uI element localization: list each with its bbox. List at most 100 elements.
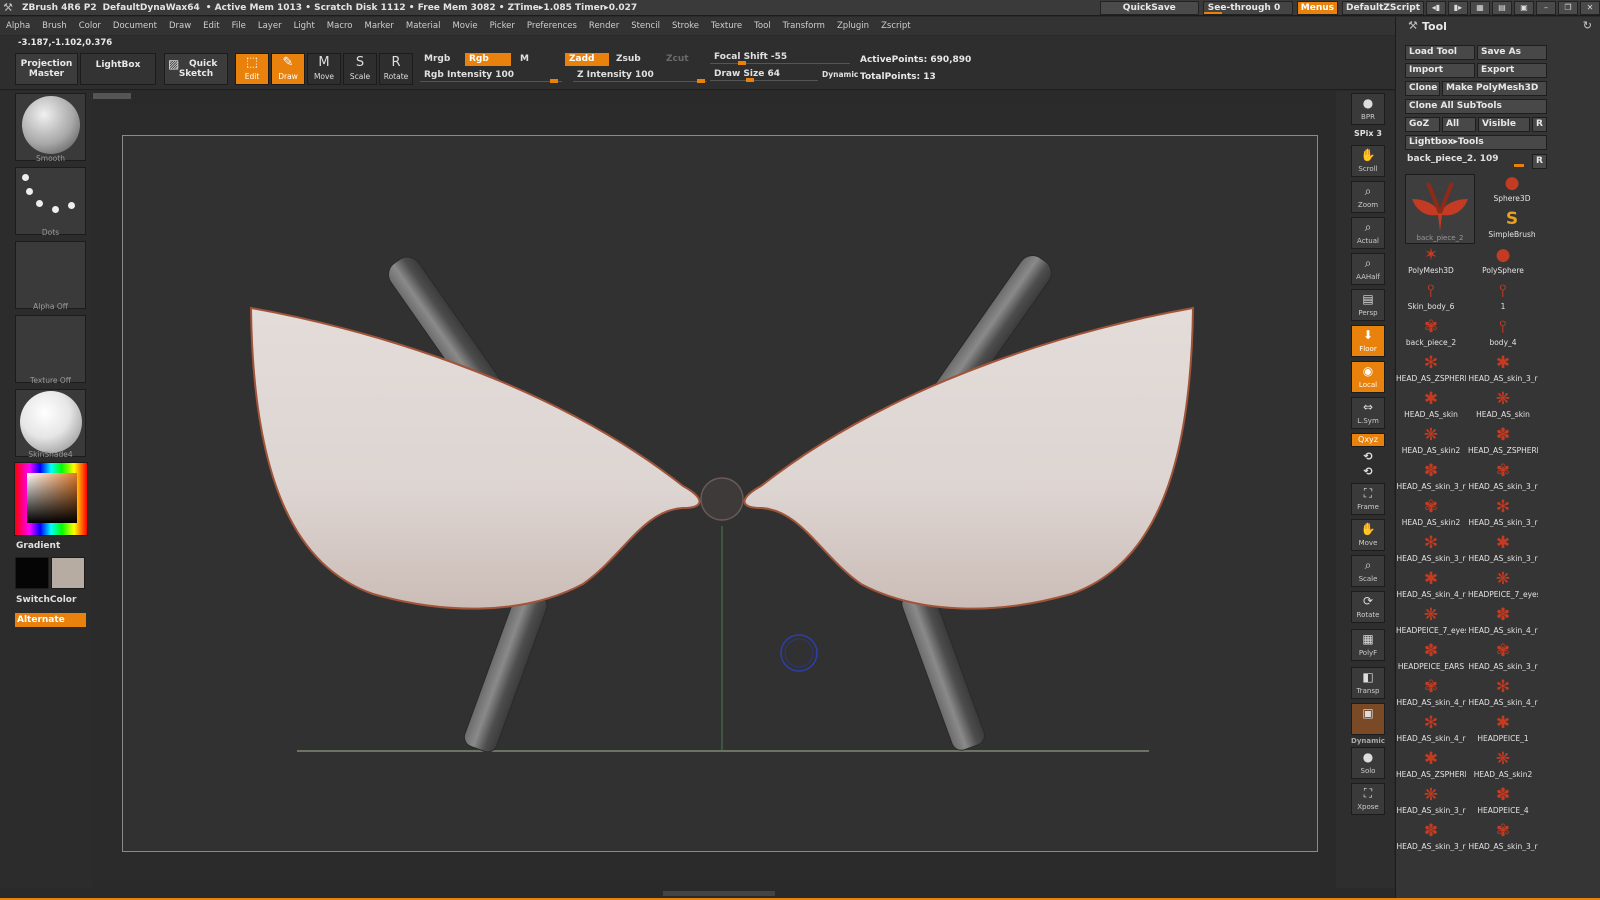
export-button[interactable]: Export [1477, 63, 1547, 78]
alpha-picker[interactable] [15, 241, 86, 309]
arrows-left-icon[interactable]: ◂▮ [1426, 1, 1446, 15]
tool-thumbnail[interactable]: ✾ HEAD_AS_skin_3_r [1468, 460, 1538, 496]
tool-thumbnail[interactable]: ⫯ body_4 [1468, 316, 1538, 352]
color-picker[interactable] [14, 462, 88, 536]
menu-alpha[interactable]: Alpha [0, 21, 36, 31]
tool-thumbnail[interactable]: ✻ HEAD_AS_skin_4_r [1468, 676, 1538, 712]
bottom-scroll-handle[interactable] [663, 891, 775, 896]
spix-slider[interactable]: SPix 3 [1348, 129, 1388, 138]
menu-document[interactable]: Document [107, 21, 163, 31]
menu-transform[interactable]: Transform [777, 21, 831, 31]
tool-thumbnail[interactable]: ✽ HEADPEICE_4 [1468, 784, 1538, 820]
quicksave-button[interactable]: QuickSave [1099, 1, 1199, 15]
tool-thumbnail[interactable]: ✾ HEAD_AS_skin_4_r [1396, 676, 1466, 712]
actual-button[interactable]: ⌕ Actual [1351, 217, 1385, 249]
lightbox-tools-button[interactable]: Lightbox▸Tools [1405, 135, 1547, 150]
tool-thumbnail[interactable]: ✽ HEAD_AS_skin_3_r [1396, 460, 1466, 496]
default-zscript-button[interactable]: DefaultZScript [1342, 1, 1424, 15]
frame-button[interactable]: ⛶ Frame [1351, 483, 1385, 515]
scale-view-button[interactable]: ⌕ Scale [1351, 555, 1385, 587]
minimize-icon[interactable]: – [1536, 1, 1556, 15]
menu-macro[interactable]: Macro [321, 21, 359, 31]
layout-icon[interactable]: ▦ [1470, 1, 1490, 15]
tool-thumbnail[interactable]: ❋ HEADPEICE_7_eyes [1396, 604, 1466, 640]
menu-stencil[interactable]: Stencil [625, 21, 666, 31]
lightbox-button[interactable]: LightBox [80, 53, 156, 85]
palette-refresh-icon[interactable]: ↻ [1583, 19, 1592, 32]
tool-thumbnail[interactable]: ✱ HEAD_AS_skin [1396, 388, 1466, 424]
tool-thumbnail[interactable]: ✽ HEADPEICE_EARS [1396, 640, 1466, 676]
zadd-toggle[interactable]: Zadd [565, 53, 609, 66]
rotate-y-icon[interactable]: ⟲ [1348, 450, 1388, 463]
lsym-button[interactable]: ⇔ L.Sym [1351, 397, 1385, 429]
scroll-button[interactable]: ✋ Scroll [1351, 145, 1385, 177]
tool-thumbnail[interactable]: ✱ HEAD_AS_skin_3_r [1468, 352, 1538, 388]
rgb-intensity-slider[interactable]: Rgb Intensity 100 [420, 69, 562, 83]
menu-edit[interactable]: Edit [197, 21, 225, 31]
xpose-button[interactable]: ⛶ Xpose [1351, 783, 1385, 815]
rgb-toggle[interactable]: Rgb [465, 53, 511, 66]
menu-texture[interactable]: Texture [705, 21, 748, 31]
tool-thumbnail[interactable]: ❋ HEAD_AS_skin_3_r [1396, 784, 1466, 820]
menu-zscript[interactable]: Zscript [875, 21, 917, 31]
see-through-slider[interactable]: See-through 0 [1202, 1, 1293, 15]
tool-thumbnail[interactable]: ✱ HEAD_AS_skin_3_r [1468, 532, 1538, 568]
clone-button[interactable]: Clone [1405, 81, 1440, 96]
tool-thumbnail[interactable]: ❋ HEAD_AS_skin [1468, 388, 1538, 424]
layout-alt-icon[interactable]: ▤ [1492, 1, 1512, 15]
material-picker[interactable] [15, 389, 86, 457]
all-button[interactable]: All [1442, 117, 1476, 132]
menu-tool[interactable]: Tool [748, 21, 777, 31]
make-polymesh-button[interactable]: Make PolyMesh3D [1442, 81, 1547, 96]
menu-movie[interactable]: Movie [446, 21, 483, 31]
tool-thumbnail[interactable]: ✽ HEAD_AS_skin_3_r [1396, 820, 1466, 856]
floor-button[interactable]: ⬇ Floor [1351, 325, 1385, 357]
main-color-swatch[interactable] [15, 557, 49, 589]
tool-thumbnail[interactable]: ❋ HEAD_AS_skin2 [1396, 424, 1466, 460]
menu-picker[interactable]: Picker [484, 21, 521, 31]
model-view[interactable] [123, 136, 1317, 851]
goz-button[interactable]: GoZ [1405, 117, 1440, 132]
tool-thumbnail[interactable]: ✾ HEAD_AS_skin_3_r [1468, 640, 1538, 676]
zcut-toggle[interactable]: Zcut [662, 53, 693, 66]
ghost-button[interactable]: ▣ [1351, 703, 1385, 735]
current-tool-thumbnail[interactable]: back_piece_2 [1405, 174, 1475, 244]
tool-thumbnail[interactable]: ✻ HEAD_AS_skin_4_r [1396, 712, 1466, 748]
rotate-button[interactable]: R Rotate [379, 53, 413, 85]
move-view-button[interactable]: ✋ Move [1351, 519, 1385, 551]
persp-button[interactable]: ▤ Persp [1351, 289, 1385, 321]
tool-thumbnail[interactable]: ❋ HEAD_AS_skin2 [1468, 748, 1538, 784]
focal-shift-slider[interactable]: Focal Shift -55 [710, 51, 850, 65]
visible-button[interactable]: Visible [1478, 117, 1530, 132]
current-tool-r-button[interactable]: R [1532, 154, 1547, 169]
stroke-picker[interactable] [15, 167, 86, 235]
tool-thumbnail[interactable]: ⫯ Skin_body_6 [1396, 280, 1466, 316]
tool-thumbnail[interactable]: ❋ HEADPEICE_7_eyes [1468, 568, 1538, 604]
rotate-z-icon[interactable]: ⟲ [1348, 465, 1388, 478]
clone-all-subtools-button[interactable]: Clone All SubTools [1405, 99, 1547, 114]
zsub-toggle[interactable]: Zsub [612, 53, 645, 66]
draw-size-slider[interactable]: Draw Size 64 [710, 68, 818, 82]
close-icon[interactable]: ✕ [1580, 1, 1600, 15]
menu-material[interactable]: Material [400, 21, 447, 31]
transp-button[interactable]: ◧ Transp [1351, 667, 1385, 699]
lock-icon[interactable]: ▣ [1514, 1, 1534, 15]
menu-zplugin[interactable]: Zplugin [831, 21, 875, 31]
viewport[interactable] [122, 135, 1318, 852]
goz-r-button[interactable]: R [1532, 117, 1547, 132]
move-button[interactable]: M Move [307, 53, 341, 85]
polyf-button[interactable]: ▦ PolyF [1351, 629, 1385, 661]
zbrush-logo-icon[interactable]: ⚒ [0, 0, 16, 16]
tool-thumbnail[interactable]: ✻ HEAD_AS_ZSPHERE [1396, 352, 1466, 388]
z-intensity-slider[interactable]: Z Intensity 100 [573, 69, 707, 83]
tool-thumbnail[interactable]: ✾ back_piece_2 [1396, 316, 1466, 352]
tool-thumbnail[interactable]: ⫯ 1 [1468, 280, 1538, 316]
alternate-button[interactable]: Alternate [15, 613, 86, 627]
menus-button[interactable]: Menus [1296, 1, 1339, 15]
tool-thumbnail[interactable]: ● Sphere3D [1477, 172, 1547, 208]
tool-thumbnail[interactable]: ✽ HEAD_AS_skin_4_r [1468, 604, 1538, 640]
m-toggle[interactable]: M [516, 53, 533, 66]
arrows-right-icon[interactable]: ▮▸ [1448, 1, 1468, 15]
menu-preferences[interactable]: Preferences [521, 21, 583, 31]
brush-picker[interactable] [15, 93, 86, 161]
